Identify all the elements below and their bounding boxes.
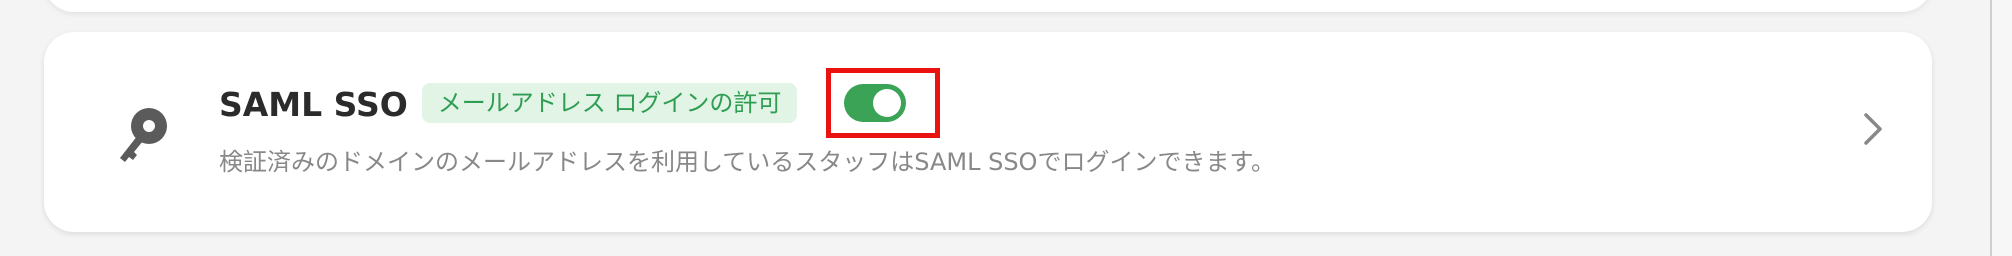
page-title: SAML SSO bbox=[219, 85, 408, 124]
previous-settings-card bbox=[44, 0, 1932, 12]
chevron-right-icon[interactable] bbox=[1862, 112, 1884, 146]
highlight-box bbox=[826, 68, 940, 138]
card-description: 検証済みのドメインのメールアドレスを利用しているスタッフはSAML SSOでログ… bbox=[219, 148, 1276, 176]
scrollbar[interactable] bbox=[1990, 0, 2012, 256]
status-badge: メールアドレス ログインの許可 bbox=[421, 83, 798, 123]
saml-sso-settings-card[interactable]: SAML SSO メールアドレス ログインの許可 検証済みのドメインのメールアド… bbox=[44, 32, 1932, 232]
key-icon bbox=[120, 108, 167, 162]
